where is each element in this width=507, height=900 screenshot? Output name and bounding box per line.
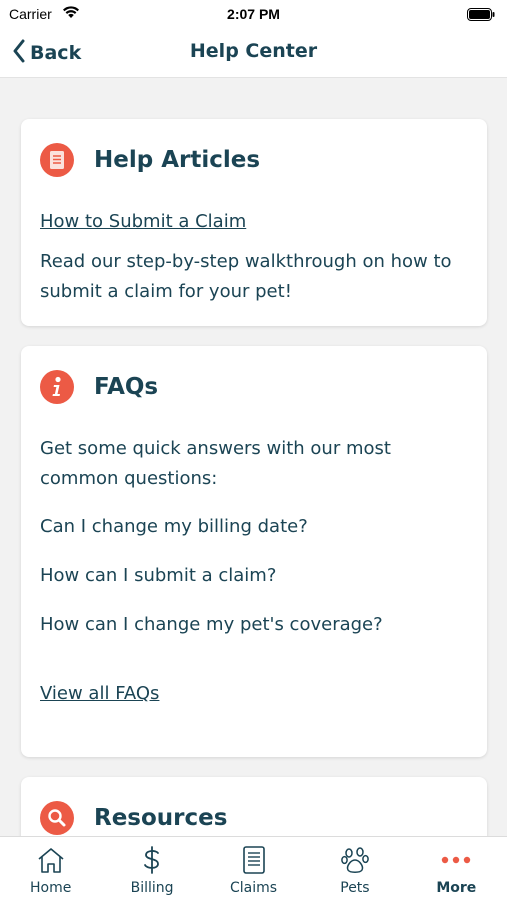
tab-pets-label: Pets [340,880,370,896]
help-articles-title: Help Articles [94,147,261,173]
help-articles-card: Help Articles How to Submit a Claim Read… [21,119,487,326]
faq-question-submit-claim[interactable]: How can I submit a claim? [40,561,471,591]
tab-claims[interactable]: Claims [203,837,304,900]
submit-claim-article-link[interactable]: How to Submit a Claim [40,207,471,237]
clock: 2:07 PM [227,6,280,22]
faqs-card: FAQs Get some quick answers with our mos… [21,346,487,757]
navigation-bar: Back Help Center [0,28,507,78]
tab-home-label: Home [30,880,72,896]
paw-icon [340,845,370,875]
help-articles-description: Read our step-by-step walkthrough on how… [40,251,452,302]
more-dots-icon [440,845,472,875]
tab-pets[interactable]: Pets [304,837,405,900]
faq-question-billing-date[interactable]: Can I change my billing date? [40,512,471,542]
battery-icon [467,8,495,26]
tab-more-label: More [436,880,477,896]
tab-billing[interactable]: Billing [101,837,202,900]
page-title: Help Center [189,40,318,62]
tab-more[interactable]: More [406,837,507,900]
dollar-icon [141,845,163,875]
resources-header: Resources [40,801,227,835]
home-icon [36,845,66,875]
search-icon [40,801,74,835]
help-articles-header: Help Articles [40,143,260,177]
tab-home[interactable]: Home [0,837,101,900]
faqs-header: FAQs [40,370,158,404]
faqs-title: FAQs [94,374,159,400]
tab-claims-label: Claims [229,880,278,896]
info-icon [40,370,74,404]
claims-document-icon [242,845,266,875]
faqs-intro: Get some quick answers with our most com… [40,438,391,489]
document-icon [40,143,74,177]
tab-billing-label: Billing [130,880,174,896]
status-bar: Carrier 2:07 PM [0,0,507,28]
faq-question-change-coverage[interactable]: How can I change my pet's coverage? [40,610,471,640]
view-all-faqs-link[interactable]: View all FAQs [40,679,471,709]
resources-title: Resources [94,805,228,831]
tab-bar: Home Billing Claims Pets More [0,836,507,900]
